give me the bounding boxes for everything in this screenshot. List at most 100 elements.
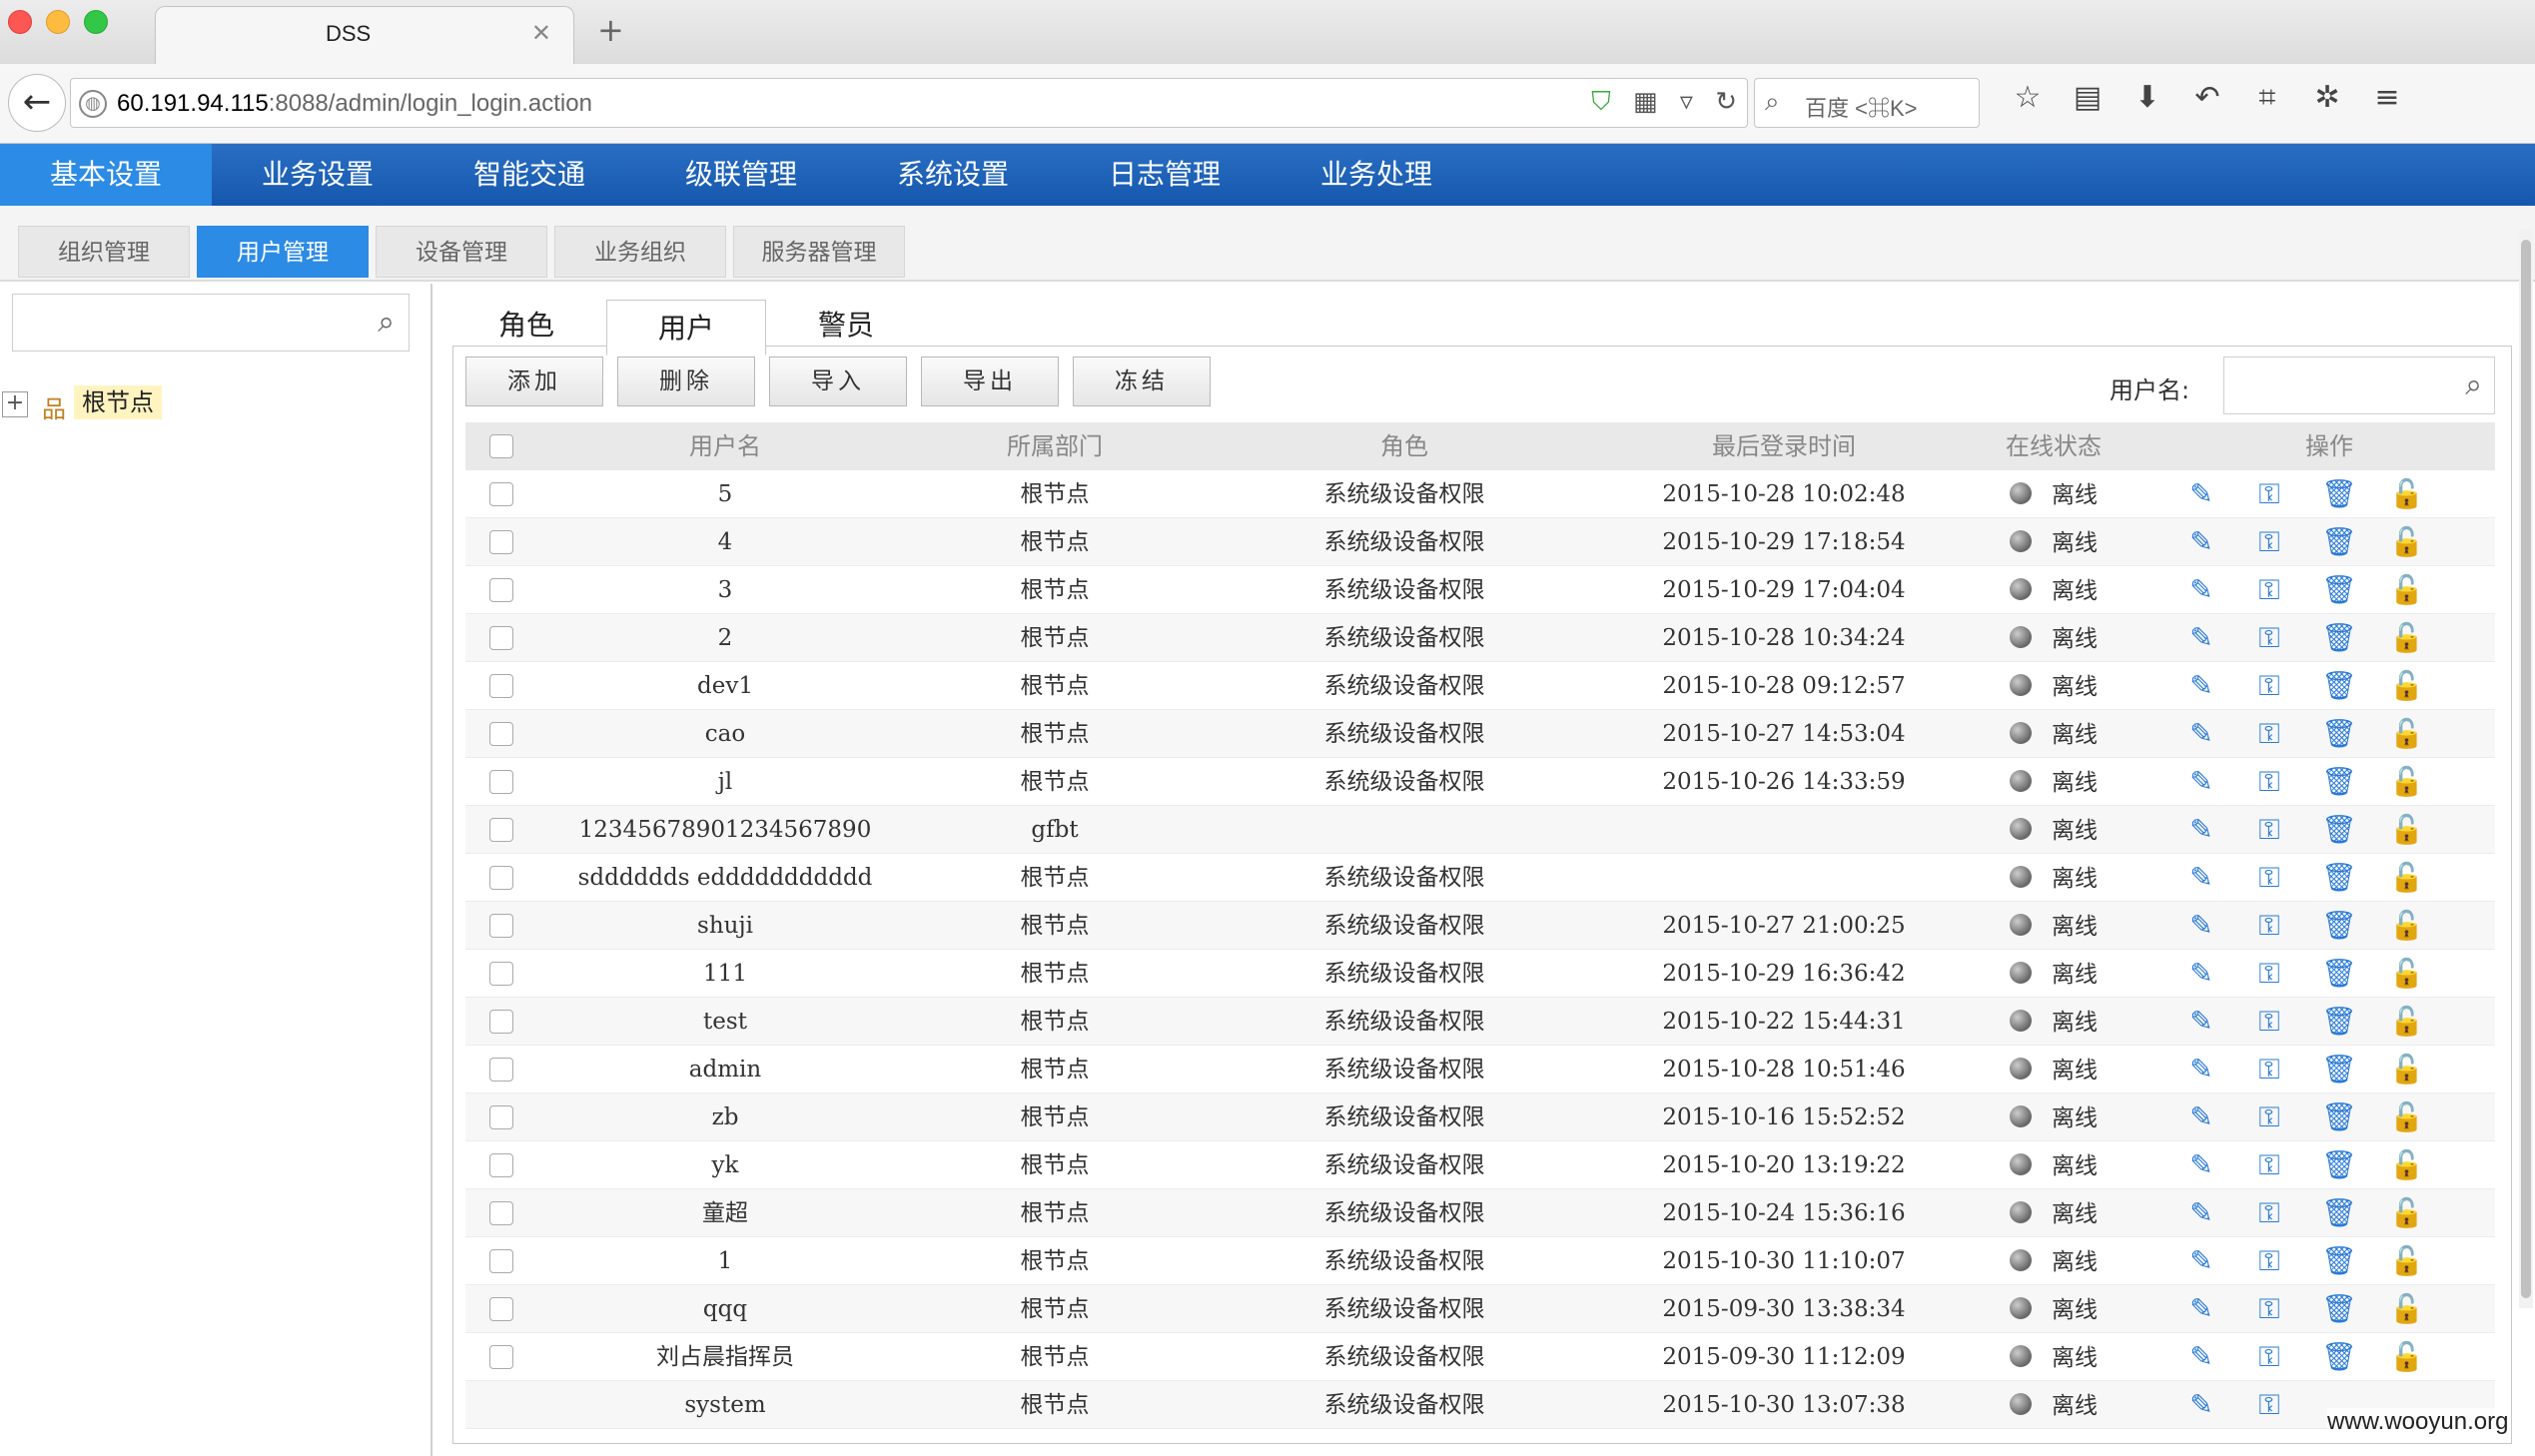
page-scrollbar[interactable]: [2519, 230, 2533, 1308]
close-tab-icon[interactable]: ✕: [531, 19, 551, 47]
export-button[interactable]: 导出: [921, 357, 1059, 406]
row-checkbox[interactable]: [489, 482, 513, 506]
main-nav-item[interactable]: 智能交通: [423, 144, 635, 206]
unlock-icon[interactable]: 🔓: [2389, 670, 2424, 702]
trash-icon[interactable]: 🗑: [2321, 478, 2357, 510]
unlock-icon[interactable]: 🔓: [2389, 862, 2424, 894]
row-checkbox[interactable]: [489, 1201, 513, 1225]
table-row[interactable]: 2 根节点 系统级设备权限 2015-10-28 10:34:24 离线 ✎ ⚿ 🗑 🔓: [465, 614, 2495, 662]
table-row[interactable]: sdddddds eddddddddddd 根节点 系统级设备权限 离线 ✎ ⚿ 🗑 🔓: [465, 854, 2495, 902]
unlock-icon[interactable]: 🔓: [2389, 910, 2424, 942]
dropdown-icon[interactable]: ▿: [1680, 87, 1693, 117]
trash-icon[interactable]: 🗑: [2321, 1149, 2357, 1181]
qrcode-icon[interactable]: ▦: [1633, 87, 1658, 117]
header-status[interactable]: 在线状态: [1934, 422, 2173, 470]
key-icon[interactable]: ⚿: [2253, 478, 2285, 510]
main-nav-item[interactable]: 日志管理: [1059, 144, 1270, 206]
reload-icon[interactable]: ↻: [1715, 87, 1737, 117]
sub-nav-item[interactable]: 组织管理: [18, 226, 190, 278]
table-row[interactable]: 3 根节点 系统级设备权限 2015-10-29 17:04:04 离线 ✎ ⚿ 🗑 🔓: [465, 566, 2495, 614]
edit-icon[interactable]: ✎: [2185, 1101, 2217, 1133]
edit-icon[interactable]: ✎: [2185, 574, 2217, 606]
key-icon[interactable]: ⚿: [2253, 1389, 2285, 1421]
row-checkbox[interactable]: [489, 722, 513, 746]
key-icon[interactable]: ⚿: [2253, 670, 2285, 702]
main-nav-item[interactable]: 业务设置: [212, 144, 423, 206]
unlock-icon[interactable]: 🔓: [2389, 1006, 2424, 1038]
edit-icon[interactable]: ✎: [2185, 1054, 2217, 1086]
row-checkbox[interactable]: [489, 1058, 513, 1082]
browser-search-bar[interactable]: ⌕ 百度 <⌘K>: [1754, 78, 1980, 128]
unlock-icon[interactable]: 🔓: [2389, 1149, 2424, 1181]
edit-icon[interactable]: ✎: [2185, 1341, 2217, 1373]
key-icon[interactable]: ⚿: [2253, 718, 2285, 750]
table-row[interactable]: qqq 根节点 系统级设备权限 2015-09-30 13:38:34 离线 ✎ ⚿ 🗑 🔓: [465, 1285, 2495, 1333]
edit-icon[interactable]: ✎: [2185, 1149, 2217, 1181]
row-checkbox[interactable]: [489, 578, 513, 602]
url-bar[interactable]: ◍ 60.191.94.115:8088/admin/login_login.a…: [70, 78, 1748, 128]
key-icon[interactable]: ⚿: [2253, 574, 2285, 606]
trash-icon[interactable]: 🗑: [2321, 1101, 2357, 1133]
trash-icon[interactable]: 🗑: [2321, 814, 2357, 846]
delete-button[interactable]: 删除: [617, 357, 755, 406]
trash-icon[interactable]: 🗑: [2321, 1197, 2357, 1229]
edit-icon[interactable]: ✎: [2185, 1389, 2217, 1421]
window-maximize-button[interactable]: [84, 10, 108, 34]
table-row[interactable]: shuji 根节点 系统级设备权限 2015-10-27 21:00:25 离线 ✎ ⚿ 🗑 🔓: [465, 902, 2495, 950]
key-icon[interactable]: ⚿: [2253, 1293, 2285, 1325]
row-checkbox[interactable]: [489, 626, 513, 650]
expand-icon[interactable]: +: [2, 391, 28, 417]
unlock-icon[interactable]: 🔓: [2389, 1054, 2424, 1086]
edit-icon[interactable]: ✎: [2185, 814, 2217, 846]
table-row[interactable]: 5 根节点 系统级设备权限 2015-10-28 10:02:48 离线 ✎ ⚿ 🗑 🔓: [465, 470, 2495, 518]
add-button[interactable]: 添加: [465, 357, 603, 406]
edit-icon[interactable]: ✎: [2185, 670, 2217, 702]
unlock-icon[interactable]: 🔓: [2389, 478, 2424, 510]
trash-icon[interactable]: 🗑: [2321, 1006, 2357, 1038]
main-nav-item[interactable]: 级联管理: [635, 144, 847, 206]
key-icon[interactable]: ⚿: [2253, 766, 2285, 798]
import-button[interactable]: 导入: [769, 357, 907, 406]
edit-icon[interactable]: ✎: [2185, 718, 2217, 750]
row-checkbox[interactable]: [489, 866, 513, 890]
sub-nav-item[interactable]: 业务组织: [554, 226, 726, 278]
browser-tab[interactable]: DSS ✕: [155, 6, 574, 64]
table-row[interactable]: 童超 根节点 系统级设备权限 2015-10-24 15:36:16 离线 ✎ ⚿ 🗑 🔓: [465, 1189, 2495, 1237]
inner-tab[interactable]: 用户: [606, 300, 766, 356]
table-row[interactable]: 1 根节点 系统级设备权限 2015-10-30 11:10:07 离线 ✎ ⚿ 🗑 🔓: [465, 1237, 2495, 1285]
edit-icon[interactable]: ✎: [2185, 910, 2217, 942]
main-nav-item[interactable]: 基本设置: [0, 144, 212, 206]
row-checkbox[interactable]: [489, 1153, 513, 1177]
table-row[interactable]: zb 根节点 系统级设备权限 2015-10-16 15:52:52 离线 ✎ ⚿ 🗑 🔓: [465, 1093, 2495, 1141]
trash-icon[interactable]: 🗑: [2321, 718, 2357, 750]
key-icon[interactable]: ⚿: [2253, 814, 2285, 846]
edit-icon[interactable]: ✎: [2185, 526, 2217, 558]
key-icon[interactable]: ⚿: [2253, 1341, 2285, 1373]
row-checkbox[interactable]: [489, 1010, 513, 1034]
key-icon[interactable]: ⚿: [2253, 1101, 2285, 1133]
unlock-icon[interactable]: 🔓: [2389, 526, 2424, 558]
row-checkbox[interactable]: [489, 962, 513, 986]
key-icon[interactable]: ⚿: [2253, 526, 2285, 558]
shield-icon[interactable]: ⛉: [1591, 87, 1611, 117]
main-nav-item[interactable]: 系统设置: [847, 144, 1059, 206]
window-close-button[interactable]: [8, 10, 32, 34]
trash-icon[interactable]: 🗑: [2321, 958, 2357, 990]
edit-icon[interactable]: ✎: [2185, 1245, 2217, 1277]
trash-icon[interactable]: 🗑: [2321, 766, 2357, 798]
trash-icon[interactable]: 🗑: [2321, 1293, 2357, 1325]
bookmark-star-icon[interactable]: ☆: [1998, 80, 2058, 115]
unlock-icon[interactable]: 🔓: [2389, 1197, 2424, 1229]
edit-icon[interactable]: ✎: [2185, 478, 2217, 510]
row-checkbox[interactable]: [489, 674, 513, 698]
sub-nav-item[interactable]: 服务器管理: [733, 226, 905, 278]
header-role[interactable]: 角色: [1235, 422, 1574, 470]
scrollbar-thumb[interactable]: [2521, 240, 2531, 1298]
unlock-icon[interactable]: 🔓: [2389, 1101, 2424, 1133]
row-checkbox[interactable]: [489, 770, 513, 794]
row-checkbox[interactable]: [489, 530, 513, 554]
sub-nav-item[interactable]: 用户管理: [197, 226, 369, 278]
unlock-icon[interactable]: 🔓: [2389, 814, 2424, 846]
row-checkbox[interactable]: [489, 1105, 513, 1129]
table-row[interactable]: dev1 根节点 系统级设备权限 2015-10-28 09:12:57 离线 ✎ ⚿ 🗑 🔓: [465, 662, 2495, 710]
